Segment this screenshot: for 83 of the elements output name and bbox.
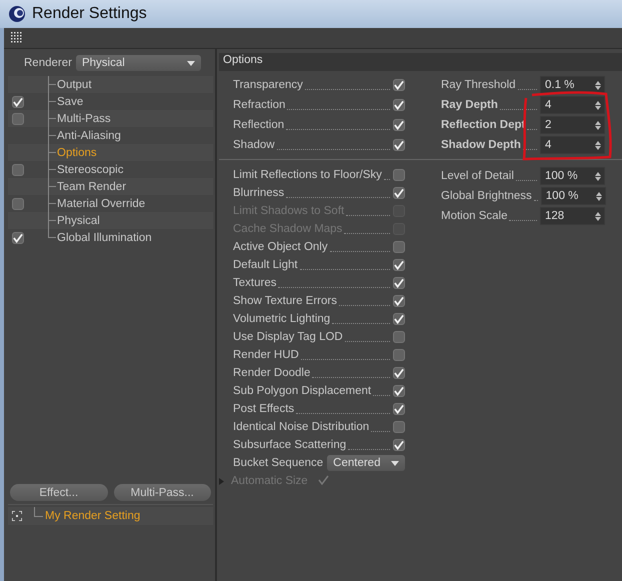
section-header: Options	[219, 53, 622, 71]
option-label: Limit Reflections to Floor/Sky	[233, 169, 382, 181]
field-label: Motion Scale	[441, 210, 508, 222]
option-label: Active Object Only	[233, 241, 328, 253]
checkbox[interactable]	[393, 349, 405, 361]
option-label: Shadow	[233, 139, 275, 151]
option-label: Bucket Sequence	[233, 457, 324, 469]
field-label: Ray Depth	[441, 99, 498, 111]
option-label: Identical Noise Distribution	[233, 421, 370, 433]
option-label: Refraction	[233, 99, 286, 111]
grip-icon[interactable]	[11, 32, 23, 44]
number-field[interactable]: 100 %	[540, 187, 606, 205]
checkbox[interactable]	[12, 112, 24, 124]
renderer-label: Renderer	[24, 57, 72, 69]
number-field[interactable]: 4	[540, 136, 605, 154]
checkbox[interactable]	[393, 439, 405, 451]
checkbox[interactable]	[393, 367, 405, 379]
add-button[interactable]: Effect...	[10, 484, 108, 501]
option-label: Textures	[233, 277, 276, 289]
checkbox[interactable]	[393, 119, 405, 131]
checkbox[interactable]	[12, 96, 24, 108]
checkbox[interactable]	[393, 99, 405, 111]
sphere-logo-icon	[8, 5, 26, 23]
checkbox[interactable]	[393, 313, 405, 325]
tree-item[interactable]: Material Override	[57, 198, 146, 210]
option-label: Render Doodle	[233, 367, 310, 379]
checkbox[interactable]	[393, 139, 405, 151]
tree-item[interactable]: Global Illumination	[57, 232, 152, 244]
bucket-dropdown[interactable]: Centered	[327, 455, 405, 471]
field-label: Shadow Depth	[441, 139, 521, 151]
option-label: Subsurface Scattering	[233, 439, 346, 451]
checkbox[interactable]	[12, 232, 24, 244]
tree-item[interactable]: Output	[57, 78, 92, 90]
checkbox[interactable]	[393, 241, 405, 253]
spinner-icon	[595, 80, 601, 90]
option-label: Use Display Tag LOD	[233, 331, 343, 343]
checkbox[interactable]	[12, 198, 24, 210]
checkbox[interactable]	[393, 79, 405, 91]
add-button[interactable]: Multi-Pass...	[114, 484, 211, 501]
number-field[interactable]: 0.1 %	[540, 76, 605, 94]
spinner-icon	[595, 172, 601, 180]
checkbox[interactable]	[393, 331, 405, 343]
tree-item[interactable]: Options	[57, 146, 97, 158]
spinner-icon	[595, 140, 601, 150]
checkbox[interactable]	[393, 277, 405, 289]
field-label: Level of Detail	[441, 170, 514, 182]
checkbox[interactable]	[393, 421, 405, 433]
option-label: Volumetric Lighting	[233, 313, 330, 325]
checkbox[interactable]	[393, 403, 405, 415]
focus-icon	[12, 511, 22, 521]
number-field[interactable]: 100 %	[540, 167, 605, 185]
option-label: Render HUD	[233, 349, 299, 361]
tree-item[interactable]: Anti-Aliasing	[57, 130, 121, 142]
option-label: Default Light	[233, 259, 298, 271]
number-field[interactable]: 2	[540, 116, 605, 134]
checkbox[interactable]	[12, 164, 24, 176]
window-title: Render Settings	[32, 5, 147, 23]
option-label: Sub Polygon Displacement	[233, 385, 372, 397]
option-label: Blurriness	[233, 187, 284, 199]
checkbox[interactable]	[393, 385, 405, 397]
caret-icon	[391, 460, 399, 466]
field-label: Ray Threshold	[441, 79, 516, 91]
spinner-icon	[595, 212, 601, 220]
tree-item[interactable]: Stereoscopic	[57, 164, 124, 176]
option-label: Post Effects	[233, 403, 294, 415]
spinner-icon	[595, 100, 601, 110]
caret-icon	[186, 60, 195, 66]
renderer-dropdown[interactable]: Physical	[76, 55, 201, 71]
option-label: Reflection	[233, 119, 284, 131]
tree-item[interactable]: Save	[57, 96, 84, 108]
spinner-icon	[595, 120, 601, 130]
checkbox[interactable]	[393, 295, 405, 307]
spinner-icon	[596, 192, 602, 200]
checkbox[interactable]	[393, 187, 405, 199]
checkbox[interactable]	[393, 169, 405, 181]
tree-item[interactable]: Physical	[57, 214, 100, 226]
checkbox[interactable]	[393, 259, 405, 271]
option-label: Show Texture Errors	[233, 295, 337, 307]
tree-item[interactable]: Multi-Pass	[57, 112, 111, 124]
option-label: Transparency	[233, 79, 303, 91]
field-label: Global Brightness	[441, 190, 532, 202]
number-field[interactable]: 4	[540, 96, 605, 114]
number-field[interactable]: 128	[540, 207, 605, 225]
